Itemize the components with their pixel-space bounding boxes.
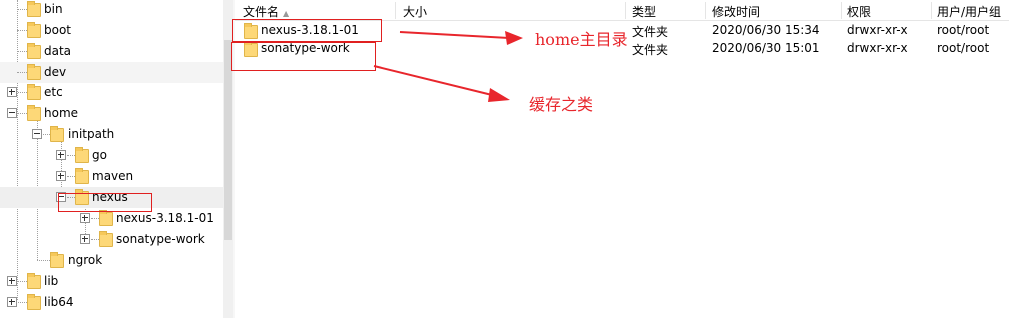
arrow-cache-head (488, 88, 510, 102)
annotation-cache: 缓存之类 (529, 95, 594, 114)
annotation-arrows (373, 31, 523, 102)
arrow-cache (373, 65, 493, 96)
arrow-home-head (505, 31, 523, 45)
annotation-home: home主目录 (535, 30, 628, 49)
arrow-home (399, 31, 511, 39)
